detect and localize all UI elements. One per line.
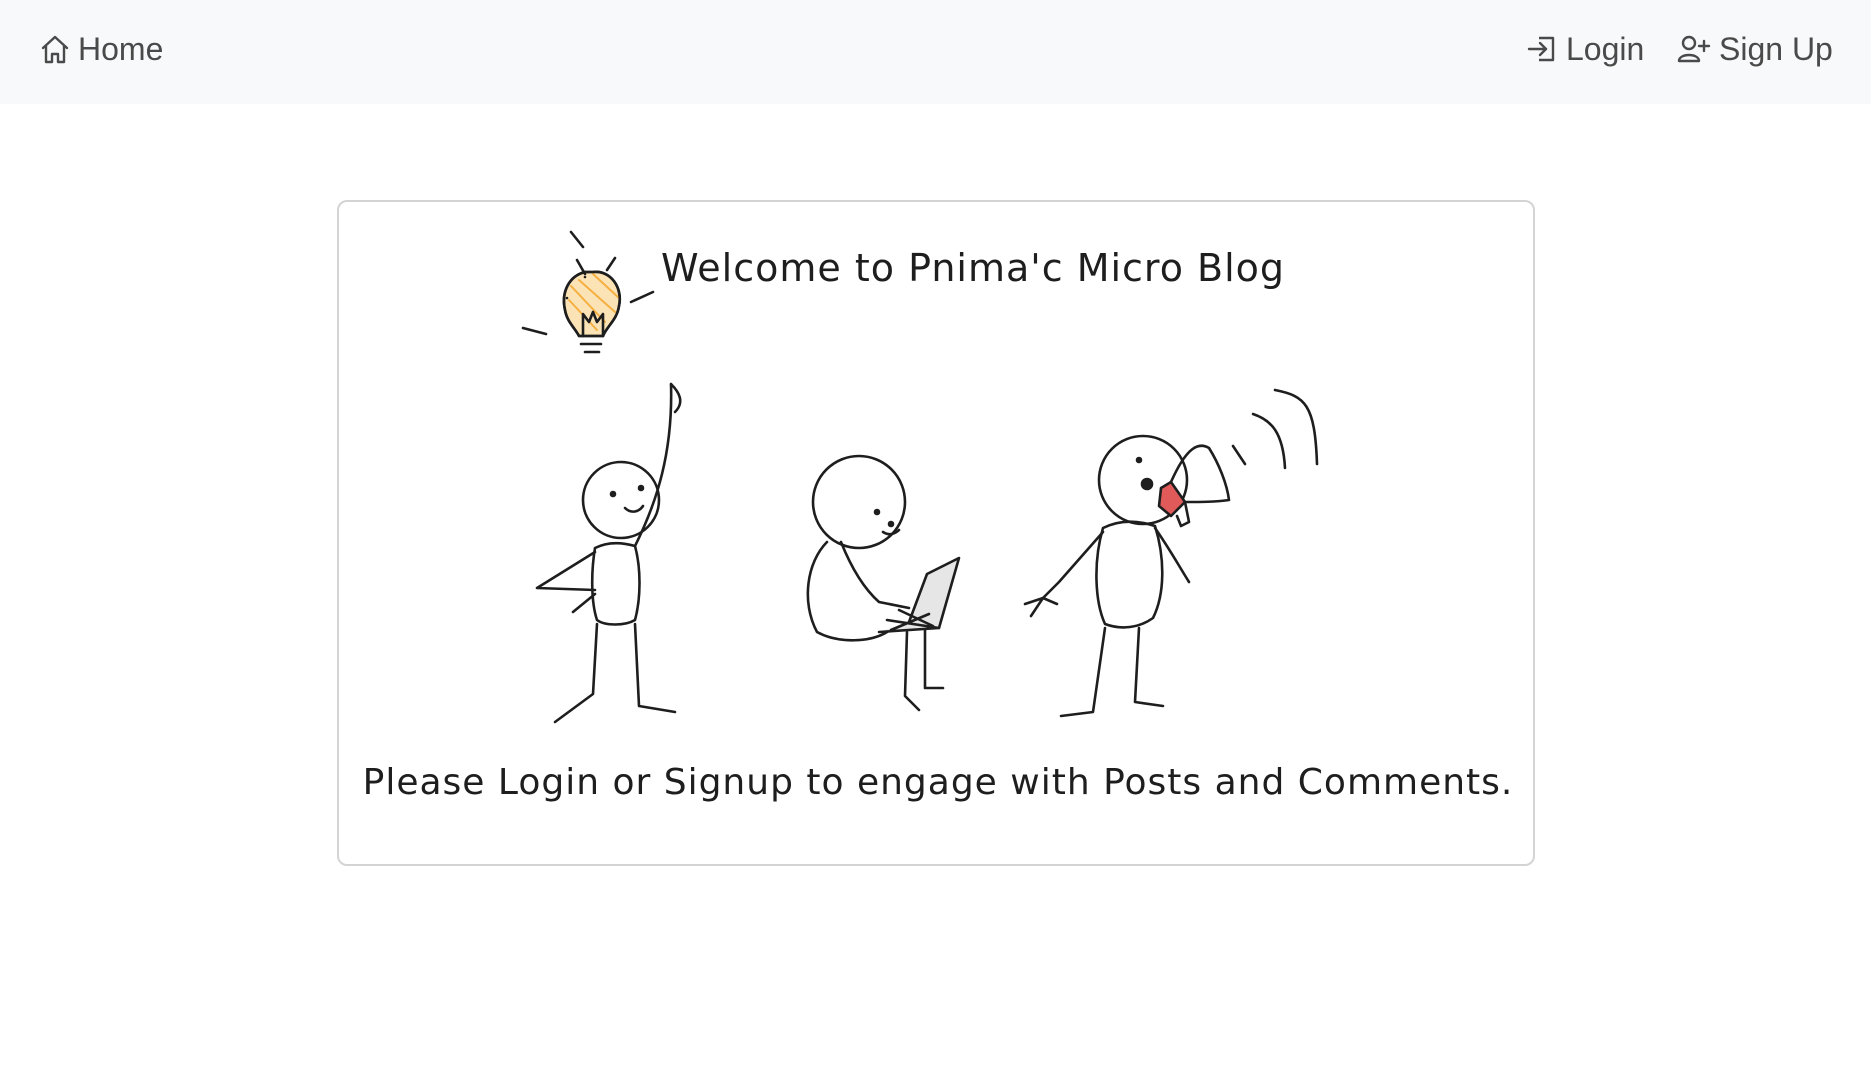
engage-message: Please Login or Signup to engage with Po… [362,762,1514,803]
house-icon [40,33,78,65]
login-link[interactable]: Login [1526,28,1644,70]
login-label: Login [1566,30,1645,67]
top-navbar: Home Login Sign Up [0,0,1871,104]
person-plus-icon [1677,33,1719,65]
stick-figure-idea [535,382,682,724]
stick-figure-laptop [806,454,961,712]
welcome-title: Welcome to Pnima'c Micro Blog [660,246,1286,290]
home-link[interactable]: Home [40,28,163,70]
signup-link[interactable]: Sign Up [1677,28,1833,70]
box-arrow-in-right-icon [1526,33,1566,65]
signup-label: Sign Up [1719,30,1833,67]
home-label: Home [78,30,164,67]
welcome-card: Welcome to Pnima'c Micro Blog Please Log… [337,200,1535,866]
stick-figure-megaphone [1023,388,1319,718]
